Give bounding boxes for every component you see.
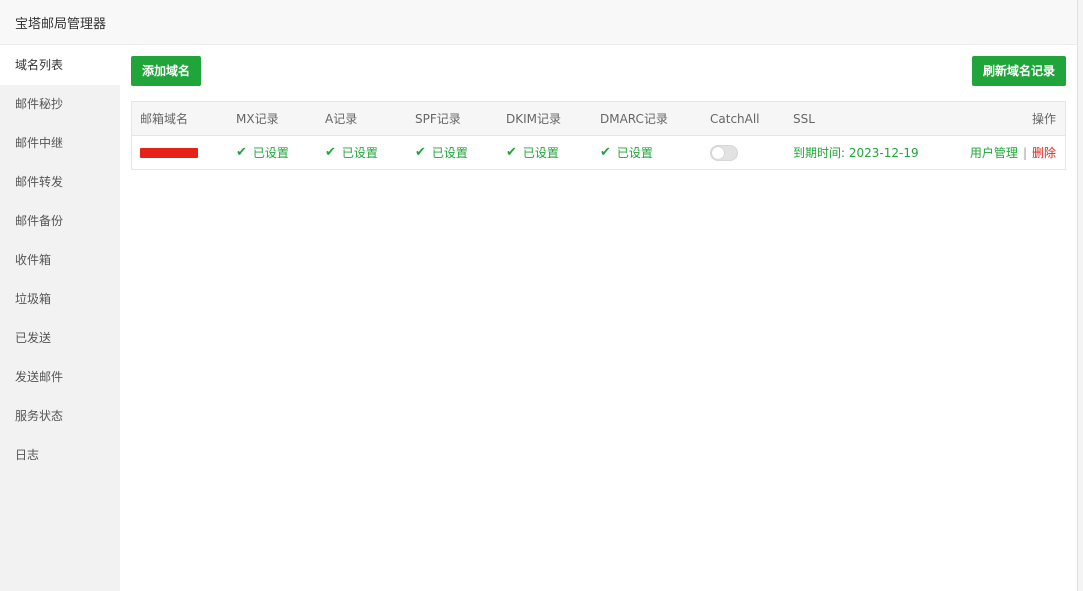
redacted-domain — [140, 147, 198, 158]
a-status: ✔ 已设置 — [325, 136, 378, 169]
spf-status-text: 已设置 — [431, 146, 468, 160]
catchall-toggle[interactable] — [710, 144, 738, 161]
domain-cell — [140, 136, 198, 169]
delete-link[interactable]: 删除 — [1032, 144, 1056, 161]
dmarc-status: ✔ 已设置 — [600, 136, 653, 169]
table-header: 邮箱域名 MX记录 A记录 SPF记录 DKIM记录 DMARC记录 Catch… — [132, 102, 1065, 136]
check-icon: ✔ — [506, 145, 517, 160]
sidebar-item-domain-list[interactable]: 域名列表 — [0, 46, 120, 85]
title-bar: 宝塔邮局管理器 — [0, 0, 1083, 45]
domain-table: 邮箱域名 MX记录 A记录 SPF记录 DKIM记录 DMARC记录 Catch… — [131, 101, 1066, 170]
sidebar-item-mail-forward[interactable]: 邮件转发 — [0, 163, 120, 202]
sidebar-item-logs[interactable]: 日志 — [0, 436, 120, 475]
action-separator: | — [1022, 145, 1027, 160]
header-dkim: DKIM记录 — [506, 112, 562, 126]
mx-status-text: 已设置 — [252, 146, 289, 160]
app-window: 宝塔邮局管理器 域名列表 邮件秘抄 邮件中继 邮件转发 邮件备份 收件箱 垃圾箱… — [0, 0, 1083, 591]
sidebar-item-sent[interactable]: 已发送 — [0, 319, 120, 358]
header-ssl: SSL — [793, 111, 815, 126]
mx-status: ✔ 已设置 — [236, 136, 289, 169]
sidebar-item-compose[interactable]: 发送邮件 — [0, 358, 120, 397]
sidebar: 域名列表 邮件秘抄 邮件中继 邮件转发 邮件备份 收件箱 垃圾箱 已发送 发送邮… — [0, 46, 120, 591]
check-icon: ✔ — [600, 145, 611, 160]
actions-cell: 用户管理 | 删除 — [970, 136, 1056, 169]
sidebar-item-junk[interactable]: 垃圾箱 — [0, 280, 120, 319]
catchall-cell — [710, 136, 738, 169]
sidebar-item-mail-relay[interactable]: 邮件中继 — [0, 124, 120, 163]
header-actions: 操作 — [1031, 112, 1056, 126]
header-spf: SPF记录 — [415, 112, 461, 126]
sidebar-item-mail-backup[interactable]: 邮件备份 — [0, 202, 120, 241]
header-a: A记录 — [325, 112, 358, 126]
header-catchall: CatchAll — [710, 111, 760, 126]
window-edge — [1077, 0, 1083, 591]
sidebar-item-service-status[interactable]: 服务状态 — [0, 397, 120, 436]
main-content: 添加域名 刷新域名记录 邮箱域名 MX记录 A记录 SPF记录 DKIM记录 D… — [121, 46, 1077, 591]
header-mx: MX记录 — [236, 112, 279, 126]
dkim-status-text: 已设置 — [522, 146, 559, 160]
ssl-expiry: 到期时间: 2023-12-19 — [793, 146, 919, 160]
check-icon: ✔ — [236, 145, 247, 160]
window-title: 宝塔邮局管理器 — [15, 17, 107, 32]
dkim-status: ✔ 已设置 — [506, 136, 559, 169]
user-management-link[interactable]: 用户管理 — [970, 144, 1018, 161]
table-row: ✔ 已设置 ✔ 已设置 ✔ 已设置 ✔ 已设置 ✔ 已设置 到期时间: 2023… — [132, 136, 1065, 169]
spf-status: ✔ 已设置 — [415, 136, 468, 169]
toggle-knob — [712, 146, 724, 159]
refresh-domain-records-button[interactable]: 刷新域名记录 — [972, 56, 1066, 86]
add-domain-button[interactable]: 添加域名 — [131, 56, 201, 86]
sidebar-item-inbox[interactable]: 收件箱 — [0, 241, 120, 280]
dmarc-status-text: 已设置 — [616, 146, 653, 160]
check-icon: ✔ — [415, 145, 426, 160]
a-status-text: 已设置 — [341, 146, 378, 160]
check-icon: ✔ — [325, 145, 336, 160]
sidebar-item-mail-bcc[interactable]: 邮件秘抄 — [0, 85, 120, 124]
header-domain: 邮箱域名 — [140, 112, 189, 126]
header-dmarc: DMARC记录 — [600, 112, 668, 126]
